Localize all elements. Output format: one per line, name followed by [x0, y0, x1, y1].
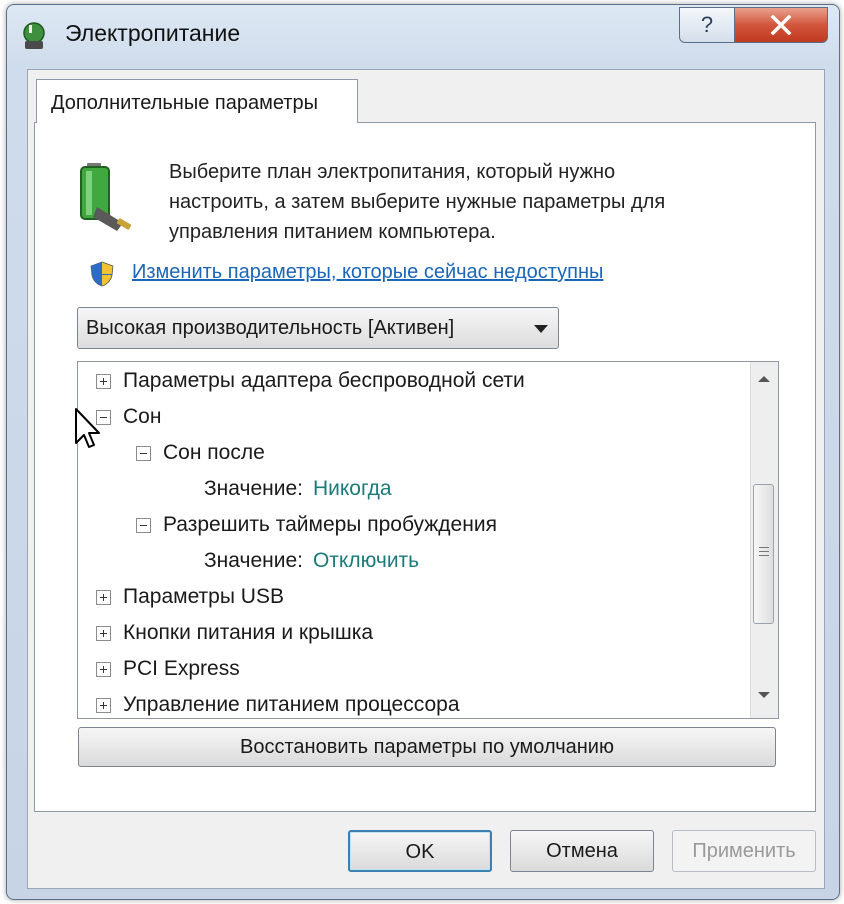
- scroll-down-icon[interactable]: [758, 692, 770, 698]
- tree-node-wake-timers[interactable]: Разрешить таймеры пробуждения: [136, 510, 497, 540]
- expand-plus-icon[interactable]: [96, 625, 111, 641]
- tree-node-label: Параметры адаптера беспроводной сети: [123, 369, 525, 392]
- description-text: Выберите план электропитания, который ну…: [169, 157, 789, 247]
- power-plan-selected: Высокая производительность [Активен]: [86, 317, 455, 339]
- tree-node-pci-express[interactable]: PCI Express: [96, 654, 240, 684]
- tree-node-label: Сон: [123, 405, 162, 428]
- dialog-body: Дополнительные параметры Выберите план э…: [27, 69, 825, 889]
- value-disable[interactable]: Отключить: [313, 549, 419, 573]
- tab-panel: Выберите план электропитания, который ну…: [34, 122, 816, 812]
- close-icon: [770, 15, 792, 35]
- expand-plus-icon[interactable]: [96, 589, 111, 605]
- close-button[interactable]: [734, 7, 828, 43]
- restore-defaults-button[interactable]: Восстановить параметры по умолчанию: [78, 727, 776, 767]
- expand-plus-icon[interactable]: [96, 661, 111, 677]
- chevron-down-icon[interactable]: [534, 325, 548, 333]
- tree-node-label: PCI Express: [123, 657, 240, 680]
- tree-node-sleep-after[interactable]: Сон после: [136, 438, 265, 468]
- battery-icon: [80, 163, 132, 231]
- tree-value-wake-timers[interactable]: Значение: Отключить: [204, 546, 419, 576]
- value-label: Значение:: [204, 549, 303, 572]
- scrollbar-thumb[interactable]: [753, 484, 774, 624]
- tree-node-label: Кнопки питания и крышка: [123, 621, 374, 644]
- tree-node-label: Управление питанием процессора: [123, 693, 460, 716]
- scroll-up-icon[interactable]: [758, 376, 770, 382]
- description-line: настроить, а затем выберите нужные парам…: [169, 191, 666, 213]
- mouse-cursor-icon: [75, 408, 100, 448]
- tree-node-label: Сон после: [163, 441, 265, 464]
- value-never[interactable]: Никогда: [313, 477, 392, 501]
- tree-node-wireless-adapter[interactable]: Параметры адаптера беспроводной сети: [96, 366, 525, 396]
- expand-plus-icon[interactable]: [96, 697, 111, 713]
- apply-button[interactable]: Применить: [672, 830, 816, 872]
- tree-node-sleep[interactable]: Сон: [96, 402, 161, 432]
- vertical-scrollbar[interactable]: [750, 362, 778, 718]
- power-plan-dropdown[interactable]: Высокая производительность [Активен]: [77, 307, 559, 349]
- grip-line: [759, 551, 769, 552]
- ok-button[interactable]: OK: [348, 830, 492, 872]
- settings-tree[interactable]: Параметры адаптера беспроводной сети Сон…: [77, 361, 779, 719]
- expand-plus-icon[interactable]: [96, 373, 111, 389]
- description-line: управления питанием компьютера.: [169, 221, 496, 243]
- collapse-minus-icon[interactable]: [136, 517, 151, 533]
- tree-node-power-buttons[interactable]: Кнопки питания и крышка: [96, 618, 373, 648]
- uac-shield-icon: [90, 261, 114, 287]
- tree-node-label: Параметры USB: [123, 585, 284, 608]
- collapse-minus-icon[interactable]: [136, 445, 151, 461]
- power-options-window: Электропитание ? Дополнительные параметр…: [6, 4, 840, 900]
- tree-node-usb[interactable]: Параметры USB: [96, 582, 284, 612]
- grip-line: [759, 547, 769, 548]
- tree-value-sleep-after[interactable]: Значение: Никогда: [204, 474, 392, 504]
- power-options-icon: [23, 22, 45, 49]
- help-button[interactable]: ?: [679, 7, 735, 43]
- grip-line: [759, 555, 769, 556]
- cancel-button[interactable]: Отмена: [510, 830, 654, 872]
- tree-node-label: Разрешить таймеры пробуждения: [163, 513, 497, 536]
- tree-node-cpu-power[interactable]: Управление питанием процессора: [96, 690, 460, 718]
- title-bar[interactable]: Электропитание ?: [7, 5, 839, 61]
- tab-advanced-settings[interactable]: Дополнительные параметры: [36, 79, 358, 123]
- window-title: Электропитание: [65, 20, 241, 46]
- value-label: Значение:: [204, 477, 303, 500]
- change-unavailable-settings-link[interactable]: Изменить параметры, которые сейчас недос…: [132, 261, 603, 284]
- description-line: Выберите план электропитания, который ну…: [169, 161, 616, 183]
